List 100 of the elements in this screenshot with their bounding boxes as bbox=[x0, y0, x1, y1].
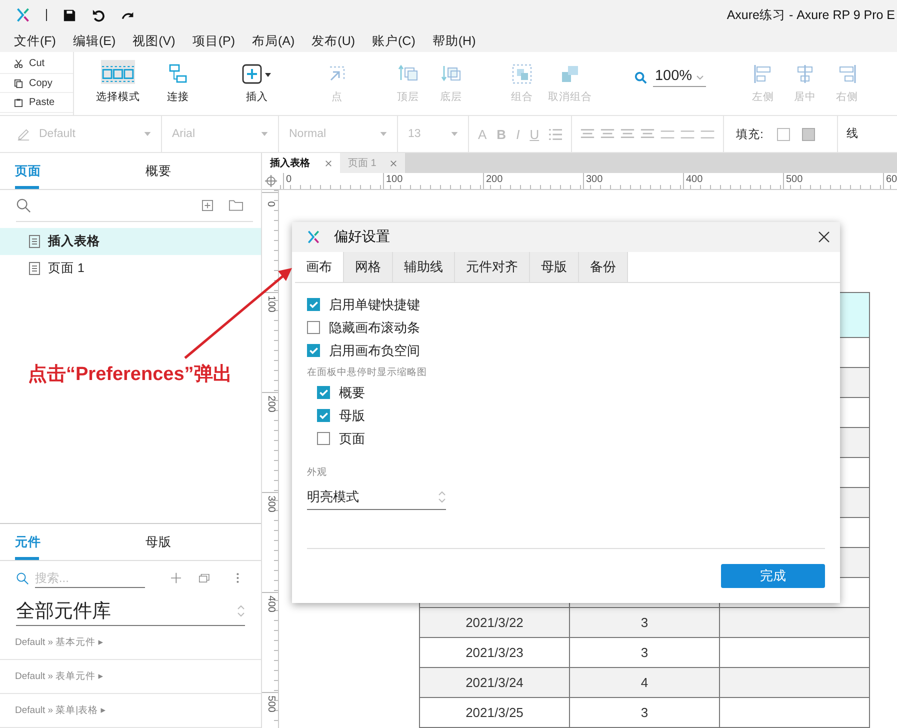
scissors-icon bbox=[14, 58, 23, 68]
ruler-label: 0 bbox=[265, 201, 275, 207]
menu-item[interactable]: 文件(F) bbox=[14, 32, 56, 50]
ruler-label: 60 bbox=[883, 173, 897, 189]
option-label: 概要 bbox=[339, 384, 365, 402]
menu-item[interactable]: 发布(U) bbox=[312, 32, 356, 50]
caret-icon bbox=[144, 132, 151, 136]
library-dropdown[interactable]: 全部元件库 bbox=[16, 597, 245, 626]
annotation-text: 点击“Preferences”弹出 bbox=[28, 362, 232, 387]
menu-item[interactable]: 视图(V) bbox=[132, 32, 176, 50]
save-icon[interactable] bbox=[63, 8, 76, 22]
page-item[interactable]: 页面 1 bbox=[0, 255, 261, 282]
fill-label: 填充: bbox=[736, 127, 764, 142]
ungroup-icon bbox=[560, 64, 580, 84]
clipboard-button[interactable]: Copy bbox=[0, 74, 73, 94]
checkbox[interactable] bbox=[317, 409, 330, 422]
settings-tab[interactable]: 元件对齐 bbox=[455, 252, 530, 282]
selection-boxes-icon bbox=[102, 64, 134, 84]
document-tab[interactable]: 插入表格 bbox=[262, 153, 340, 173]
group-icon bbox=[512, 64, 532, 84]
library-item[interactable]: Default » 基本元件 ▸ bbox=[0, 626, 261, 660]
menu-item[interactable]: 项目(P) bbox=[192, 32, 235, 50]
toolbar-button[interactable]: 连接 bbox=[158, 60, 198, 108]
fill-color-swatch[interactable] bbox=[777, 128, 790, 140]
menu-item[interactable]: 布局(A) bbox=[252, 32, 295, 50]
align-text-icon[interactable] bbox=[640, 128, 656, 140]
more-icon[interactable] bbox=[236, 572, 239, 584]
undo-icon[interactable] bbox=[92, 8, 105, 22]
page-icon bbox=[29, 262, 40, 275]
menu-item[interactable]: 帮助(H) bbox=[432, 32, 476, 50]
done-button[interactable]: 完成 bbox=[721, 564, 825, 588]
align-right-icon bbox=[837, 64, 857, 84]
vertical-align-icon[interactable] bbox=[680, 128, 696, 140]
search-icon bbox=[634, 71, 647, 84]
align-text-icon[interactable] bbox=[580, 128, 596, 140]
settings-tab[interactable]: 网格 bbox=[344, 252, 393, 282]
panel-tab[interactable]: 母版 bbox=[130, 524, 261, 560]
send-back-icon bbox=[441, 64, 461, 84]
table-cell: 2021/3/24 bbox=[420, 668, 570, 698]
menu-item[interactable]: 编辑(E) bbox=[72, 32, 116, 50]
copy-icon bbox=[14, 78, 23, 88]
table-cell: 3 bbox=[570, 608, 720, 638]
checkbox[interactable] bbox=[307, 321, 320, 334]
option-label: 母版 bbox=[339, 406, 365, 424]
settings-tab[interactable]: 备份 bbox=[579, 252, 628, 282]
settings-tab[interactable]: 辅助线 bbox=[393, 252, 455, 282]
option-label: 启用画布负空间 bbox=[329, 342, 420, 360]
close-icon[interactable] bbox=[818, 231, 830, 243]
table-cell: 2021/3/25 bbox=[420, 698, 570, 728]
clipboard-button[interactable]: Cut bbox=[0, 54, 73, 74]
line-label: 线 bbox=[837, 116, 858, 152]
up-down-icon bbox=[237, 604, 245, 618]
add-caret-icon bbox=[241, 64, 273, 84]
settings-tab[interactable]: 母版 bbox=[530, 252, 579, 282]
vertical-align-icon[interactable] bbox=[660, 128, 676, 140]
page-icon bbox=[29, 235, 40, 248]
ruler-label: 300 bbox=[583, 173, 683, 189]
ruler-label: 100 bbox=[383, 173, 483, 189]
toolbar-button[interactable]: 插入 bbox=[237, 60, 277, 108]
align-center-icon bbox=[795, 64, 815, 84]
toolbar-button[interactable]: 100% bbox=[625, 60, 715, 91]
shadow-swatch[interactable] bbox=[802, 128, 816, 140]
menu-item[interactable]: 账户(C) bbox=[372, 32, 416, 50]
appearance-dropdown[interactable]: 明亮模式 bbox=[307, 485, 446, 510]
axure-logo-icon bbox=[16, 7, 30, 23]
align-text-icon[interactable] bbox=[620, 128, 636, 140]
page-item[interactable]: 插入表格 bbox=[0, 228, 261, 255]
section-label: 在面板中悬停时显示缩略图 bbox=[307, 366, 428, 379]
add-icon[interactable] bbox=[170, 572, 182, 584]
checkbox[interactable] bbox=[307, 344, 320, 357]
panel-tab[interactable]: 概要 bbox=[130, 153, 261, 189]
library-item[interactable]: Default » 表单元件 ▸ bbox=[0, 660, 261, 694]
checkbox[interactable] bbox=[317, 386, 330, 399]
ruler-label: 200 bbox=[265, 396, 275, 412]
add-page-icon[interactable] bbox=[202, 200, 213, 211]
ruler-label: 500 bbox=[783, 173, 883, 189]
checkbox[interactable] bbox=[307, 298, 320, 311]
align-text-icon[interactable] bbox=[600, 128, 616, 140]
connector-icon bbox=[168, 64, 188, 84]
ruler-label: 0 bbox=[283, 173, 383, 189]
align-left-icon bbox=[753, 64, 773, 84]
windows-icon[interactable] bbox=[199, 572, 210, 584]
folder-icon[interactable] bbox=[229, 200, 243, 211]
ruler-label: 500 bbox=[265, 696, 275, 712]
dialog-title: 偏好设置 bbox=[334, 228, 390, 246]
clipboard-icon bbox=[14, 98, 23, 108]
ruler-label: 400 bbox=[683, 173, 783, 189]
checkbox[interactable] bbox=[317, 432, 330, 445]
window-title: Axure练习 - Axure RP 9 Pro E bbox=[726, 6, 895, 24]
library-item[interactable]: Default » 菜单|表格 ▸ bbox=[0, 694, 261, 728]
caret-icon bbox=[261, 132, 268, 136]
chevron-down-icon bbox=[696, 75, 704, 80]
search-icon bbox=[16, 570, 29, 586]
clipboard-button[interactable]: Paste bbox=[0, 93, 73, 114]
ruler-label: 400 bbox=[265, 596, 275, 612]
search-icon[interactable] bbox=[16, 198, 31, 213]
section-label: 外观 bbox=[307, 466, 328, 479]
ruler-label: 100 bbox=[265, 296, 275, 312]
caret-icon bbox=[380, 132, 387, 136]
vertical-align-icon[interactable] bbox=[700, 128, 716, 140]
